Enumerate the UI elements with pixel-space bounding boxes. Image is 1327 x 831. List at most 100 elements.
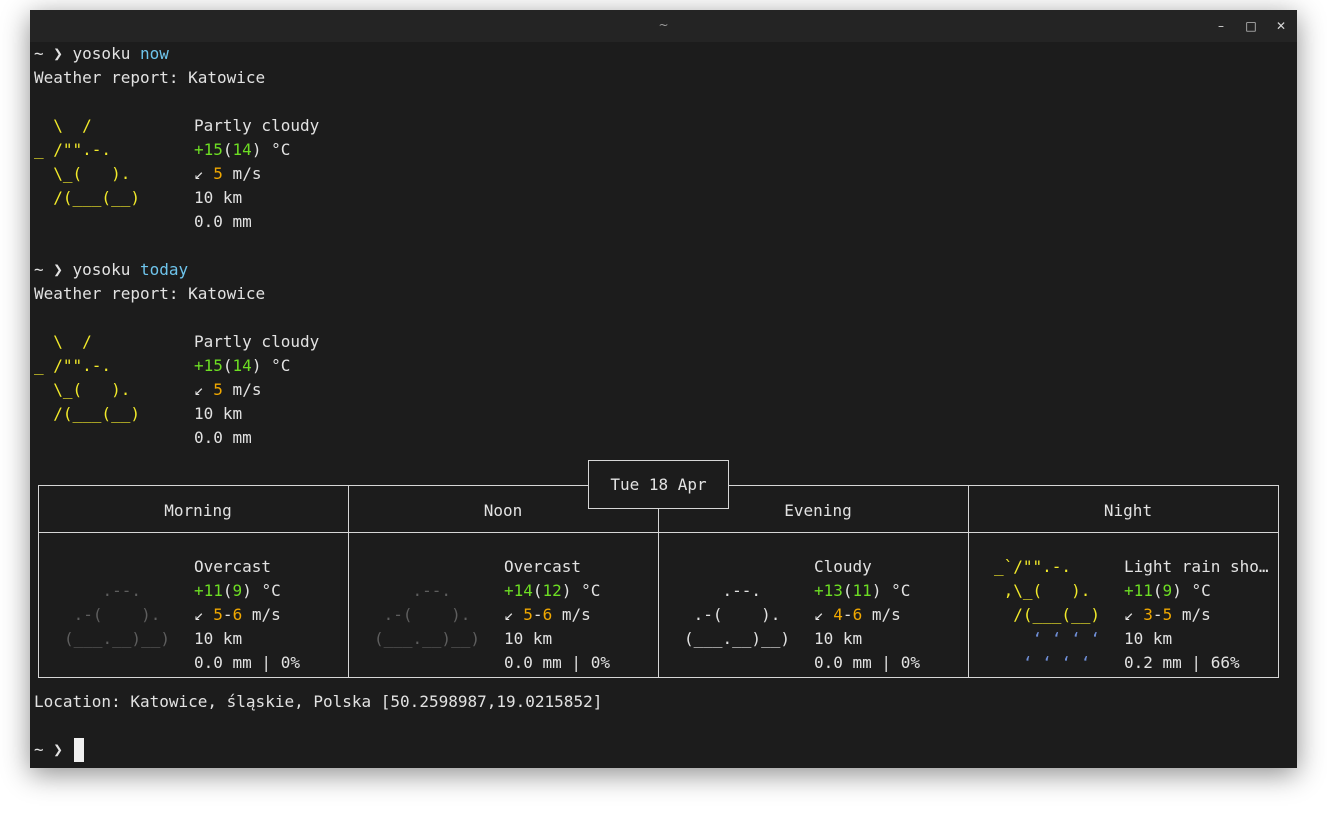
weather-art-line: .-( ). <box>684 605 800 624</box>
condition-text: Partly cloudy <box>194 332 320 351</box>
weather-art-line: \ / <box>34 116 150 135</box>
wind-high: 6 <box>542 605 553 624</box>
period-title: Noon <box>483 501 523 520</box>
precipitation: 0.2 mm | 66% <box>1124 653 1240 672</box>
wind-arrow-icon: ↙ <box>194 605 204 624</box>
temp-value: +11 <box>194 581 223 600</box>
period-title: Evening <box>784 501 852 520</box>
wind-high: 6 <box>852 605 863 624</box>
rain-art-line: ‘ ‘ ‘ ‘ <box>994 629 1110 648</box>
wind-arrow-icon: ↙ <box>504 605 514 624</box>
temp-unit: °C <box>251 581 281 600</box>
wind: ↙ 5-6 m/s <box>504 605 591 624</box>
wind: ↙ 3-5 m/s <box>1124 605 1211 624</box>
command-line: ~ ❯ yosoku now <box>34 42 169 66</box>
prompt: ~ ❯ <box>34 260 73 279</box>
weather-art-line: (___.__)__) <box>64 629 180 648</box>
weather-art-line: (___.__)__) <box>684 629 800 648</box>
visibility: 10 km <box>504 629 553 648</box>
temp-value: +13 <box>814 581 843 600</box>
feels-like-value: 14 <box>232 356 252 375</box>
visibility: 10 km <box>814 629 863 648</box>
command-program: yosoku <box>72 44 131 63</box>
wind-low: 5 <box>523 605 533 624</box>
temperature: +14(12) °C <box>504 581 601 600</box>
condition-text: Cloudy <box>814 557 872 576</box>
precipitation: 0.0 mm | 0% <box>504 653 610 672</box>
feels-like-value: 12 <box>542 581 562 600</box>
temp-unit: °C <box>261 140 291 159</box>
maximize-button[interactable]: □ <box>1241 16 1261 36</box>
title-bar: ~ – □ ✕ <box>30 10 1297 42</box>
terminal-window: ~ – □ ✕ ~ ❯ yosoku now Weather report: K… <box>30 10 1297 768</box>
temp-unit: °C <box>881 581 911 600</box>
wind-unit: m/s <box>552 605 591 624</box>
precipitation: 0.0 mm | 0% <box>194 653 300 672</box>
weather-art-line: .--. <box>684 581 800 600</box>
condition-text: Light rain sho… <box>1124 557 1269 576</box>
command-program: yosoku <box>72 260 131 279</box>
precipitation: 0.0 mm <box>194 212 252 231</box>
wind-arrow-icon: ↙ <box>194 164 204 183</box>
precipitation: 0.0 mm <box>194 428 252 447</box>
text-cursor[interactable] <box>74 738 84 762</box>
location-line: Location: Katowice, śląskie, Polska [50.… <box>34 692 603 711</box>
wind-low: 5 <box>213 605 223 624</box>
feels-like-value: 9 <box>232 581 243 600</box>
temp-value: +11 <box>1124 581 1153 600</box>
precipitation: 0.0 mm | 0% <box>814 653 920 672</box>
weather-art-line: \_( ). <box>34 164 150 183</box>
wind-value: 5 <box>213 164 223 183</box>
command-arg: now <box>139 44 169 63</box>
wind-unit: m/s <box>242 605 281 624</box>
condition-text: Overcast <box>504 557 582 576</box>
weather-art-line: _ /"".-. <box>34 140 150 159</box>
feels-like-value: 14 <box>232 140 252 159</box>
wind-unit: m/s <box>222 164 262 183</box>
terminal-output[interactable]: ~ ❯ yosoku now Weather report: Katowice … <box>30 42 1297 768</box>
wind-high: 6 <box>232 605 243 624</box>
period-title: Morning <box>164 501 232 520</box>
report-title: Weather report: Katowice <box>34 68 266 87</box>
temperature: +15(14) °C <box>194 140 291 159</box>
temperature: +13(11) °C <box>814 581 911 600</box>
wind-unit: m/s <box>222 380 262 399</box>
condition-text: Partly cloudy <box>194 116 320 135</box>
weather-art-line: _`/"".-. <box>994 557 1110 576</box>
wind-low: 4 <box>833 605 843 624</box>
report-title: Weather report: Katowice <box>34 284 266 303</box>
condition-text: Overcast <box>194 557 272 576</box>
visibility: 10 km <box>194 629 243 648</box>
temp-value: +15 <box>194 140 223 159</box>
period-title: Night <box>1103 501 1153 520</box>
command-arg: today <box>139 260 189 279</box>
visibility: 10 km <box>194 188 243 207</box>
weather-art-line: .-( ). <box>374 605 490 624</box>
temperature: +11(9) °C <box>1124 581 1211 600</box>
weather-art-line: \_( ). <box>34 380 150 399</box>
weather-art-line: _ /"".-. <box>34 356 150 375</box>
feels-like-value: 11 <box>852 581 872 600</box>
wind-arrow-icon: ↙ <box>1124 605 1134 624</box>
weather-art-line: /(___(__) <box>34 188 150 207</box>
visibility: 10 km <box>194 404 243 423</box>
weather-art-line: (___.__)__) <box>374 629 490 648</box>
close-button[interactable]: ✕ <box>1271 16 1291 36</box>
temp-value: +15 <box>194 356 223 375</box>
wind: ↙ 5 m/s <box>194 378 261 402</box>
temperature: +15(14) °C <box>194 356 291 375</box>
weather-art-line: .-( ). <box>64 605 180 624</box>
wind-unit: m/s <box>862 605 901 624</box>
wind-low: 3 <box>1143 605 1153 624</box>
temp-unit: °C <box>571 581 601 600</box>
window-title: ~ <box>658 18 669 32</box>
command-line: ~ ❯ yosoku today <box>34 258 188 282</box>
weather-art-line: /(___(__) <box>994 605 1110 624</box>
weather-art-line: ,\_( ). <box>994 581 1110 600</box>
prompt: ~ ❯ <box>34 44 73 63</box>
weather-art-line: /(___(__) <box>34 404 150 423</box>
wind-arrow-icon: ↙ <box>194 380 204 399</box>
feels-like-value: 9 <box>1162 581 1173 600</box>
minimize-button[interactable]: – <box>1211 16 1231 36</box>
weather-art-line: \ / <box>34 332 150 351</box>
